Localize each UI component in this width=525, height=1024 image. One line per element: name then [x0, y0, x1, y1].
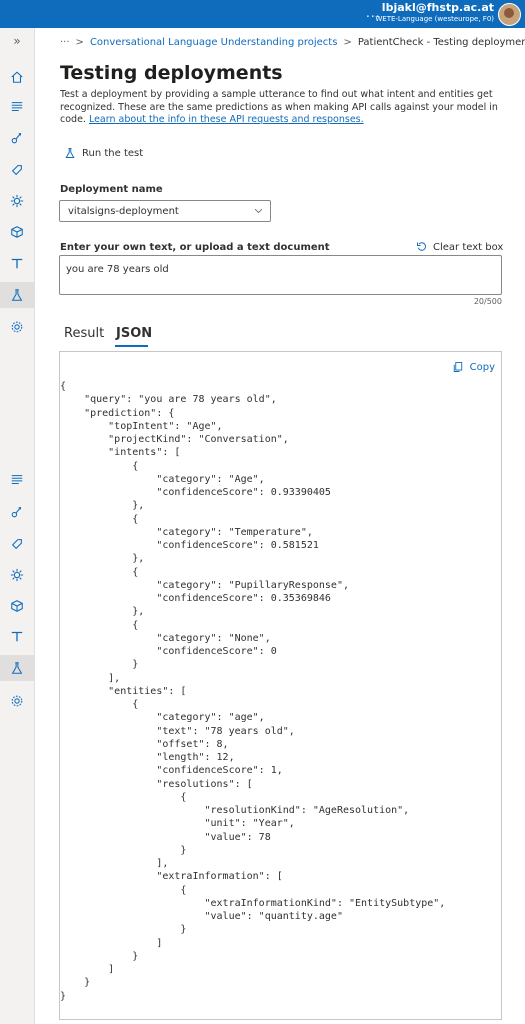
copy-label: Copy — [469, 361, 495, 373]
sidebar-item-settings[interactable] — [0, 314, 34, 340]
schema-icon — [11, 507, 22, 518]
character-counter: 20/500 — [473, 297, 502, 306]
training-icon — [10, 568, 24, 582]
page-description: Test a deployment by providing a sample … — [60, 89, 500, 127]
top-bar: ... lbjakl@fhstp.ac.at WETE-Language (we… — [0, 0, 525, 28]
sidebar-item-utterances[interactable] — [0, 467, 34, 493]
deploy-icon — [11, 258, 23, 269]
active-tab-indicator — [115, 345, 148, 347]
copy-button[interactable]: Copy — [452, 361, 495, 373]
undo-icon — [417, 242, 427, 251]
avatar[interactable] — [498, 3, 521, 26]
sidebar-item-testing[interactable] — [0, 655, 34, 681]
deployment-value: vitalsigns-deployment — [68, 206, 179, 217]
breadcrumb-ellipsis[interactable]: ··· — [60, 37, 70, 48]
sidebar-item-training[interactable] — [0, 562, 34, 588]
breadcrumb-separator: > — [75, 37, 84, 48]
sidebar-item-model[interactable] — [0, 219, 34, 245]
sidebar-item-training[interactable] — [0, 188, 34, 214]
sidebar-item-utterances[interactable] — [0, 94, 34, 120]
json-code: { "query": "you are 78 years old", "pred… — [60, 381, 446, 1002]
json-viewer: Copy { "query": "you are 78 years old", … — [59, 351, 502, 1020]
sidebar-item-testing[interactable] — [0, 282, 34, 308]
utterances-icon — [11, 475, 23, 485]
clear-text-label: Clear text box — [433, 241, 504, 253]
sidebar-item-deploy[interactable] — [0, 250, 34, 276]
clear-text-button[interactable]: Clear text box — [416, 241, 503, 253]
sidebar-item-home[interactable] — [0, 64, 34, 90]
sidebar-item-tags[interactable] — [0, 157, 34, 183]
breadcrumb-projects-link[interactable]: Conversational Language Understanding pr… — [90, 37, 338, 48]
utterance-input[interactable]: you are 78 years old — [59, 255, 502, 295]
sidebar-item-schema[interactable] — [0, 125, 34, 151]
account-info[interactable]: lbjakl@fhstp.ac.at WETE-Language (westeu… — [375, 2, 494, 23]
deployment-label: Deployment name — [60, 184, 163, 195]
sidebar-item-deploy[interactable] — [0, 623, 34, 649]
utterances-icon — [11, 102, 23, 112]
chevron-down-icon — [254, 208, 263, 214]
model-icon — [11, 600, 23, 612]
deploy-icon — [11, 631, 23, 642]
sidebar-item-tags[interactable] — [0, 531, 34, 557]
breadcrumb-separator: > — [343, 37, 352, 48]
sidebar-item-settings[interactable] — [0, 688, 34, 714]
tab-json[interactable]: JSON — [116, 326, 152, 341]
model-icon — [11, 226, 23, 238]
user-email: lbjakl@fhstp.ac.at — [381, 1, 494, 14]
tag-icon — [11, 539, 22, 550]
page-title: Testing deployments — [60, 62, 283, 84]
chevron-double-right-icon[interactable]: » — [0, 28, 34, 54]
settings-icon — [11, 321, 23, 333]
sidebar-item-model[interactable] — [0, 593, 34, 619]
breadcrumb-current: PatientCheck - Testing deployments — [357, 37, 525, 48]
sidebar: » — [0, 28, 35, 1024]
deployment-select[interactable]: vitalsigns-deployment — [59, 200, 271, 222]
run-test-label: Run the test — [82, 147, 144, 159]
copy-icon — [453, 362, 462, 372]
training-icon — [10, 194, 24, 208]
run-test-button[interactable]: Run the test — [64, 144, 143, 162]
home-icon — [11, 71, 23, 83]
flask-icon — [11, 289, 23, 301]
tag-icon — [11, 165, 22, 176]
breadcrumb: ··· > Conversational Language Understandin… — [60, 37, 525, 48]
sidebar-item-schema[interactable] — [0, 499, 34, 525]
tab-result[interactable]: Result — [64, 326, 104, 341]
schema-icon — [11, 133, 22, 144]
settings-icon — [11, 695, 23, 707]
user-directory: WETE-Language (westeurope, F0) — [375, 15, 494, 23]
learn-more-link[interactable]: Learn about the info in these API reques… — [89, 114, 364, 125]
text-input-label: Enter your own text, or upload a text do… — [60, 242, 330, 253]
flask-icon — [11, 662, 23, 674]
flask-icon — [65, 148, 75, 158]
